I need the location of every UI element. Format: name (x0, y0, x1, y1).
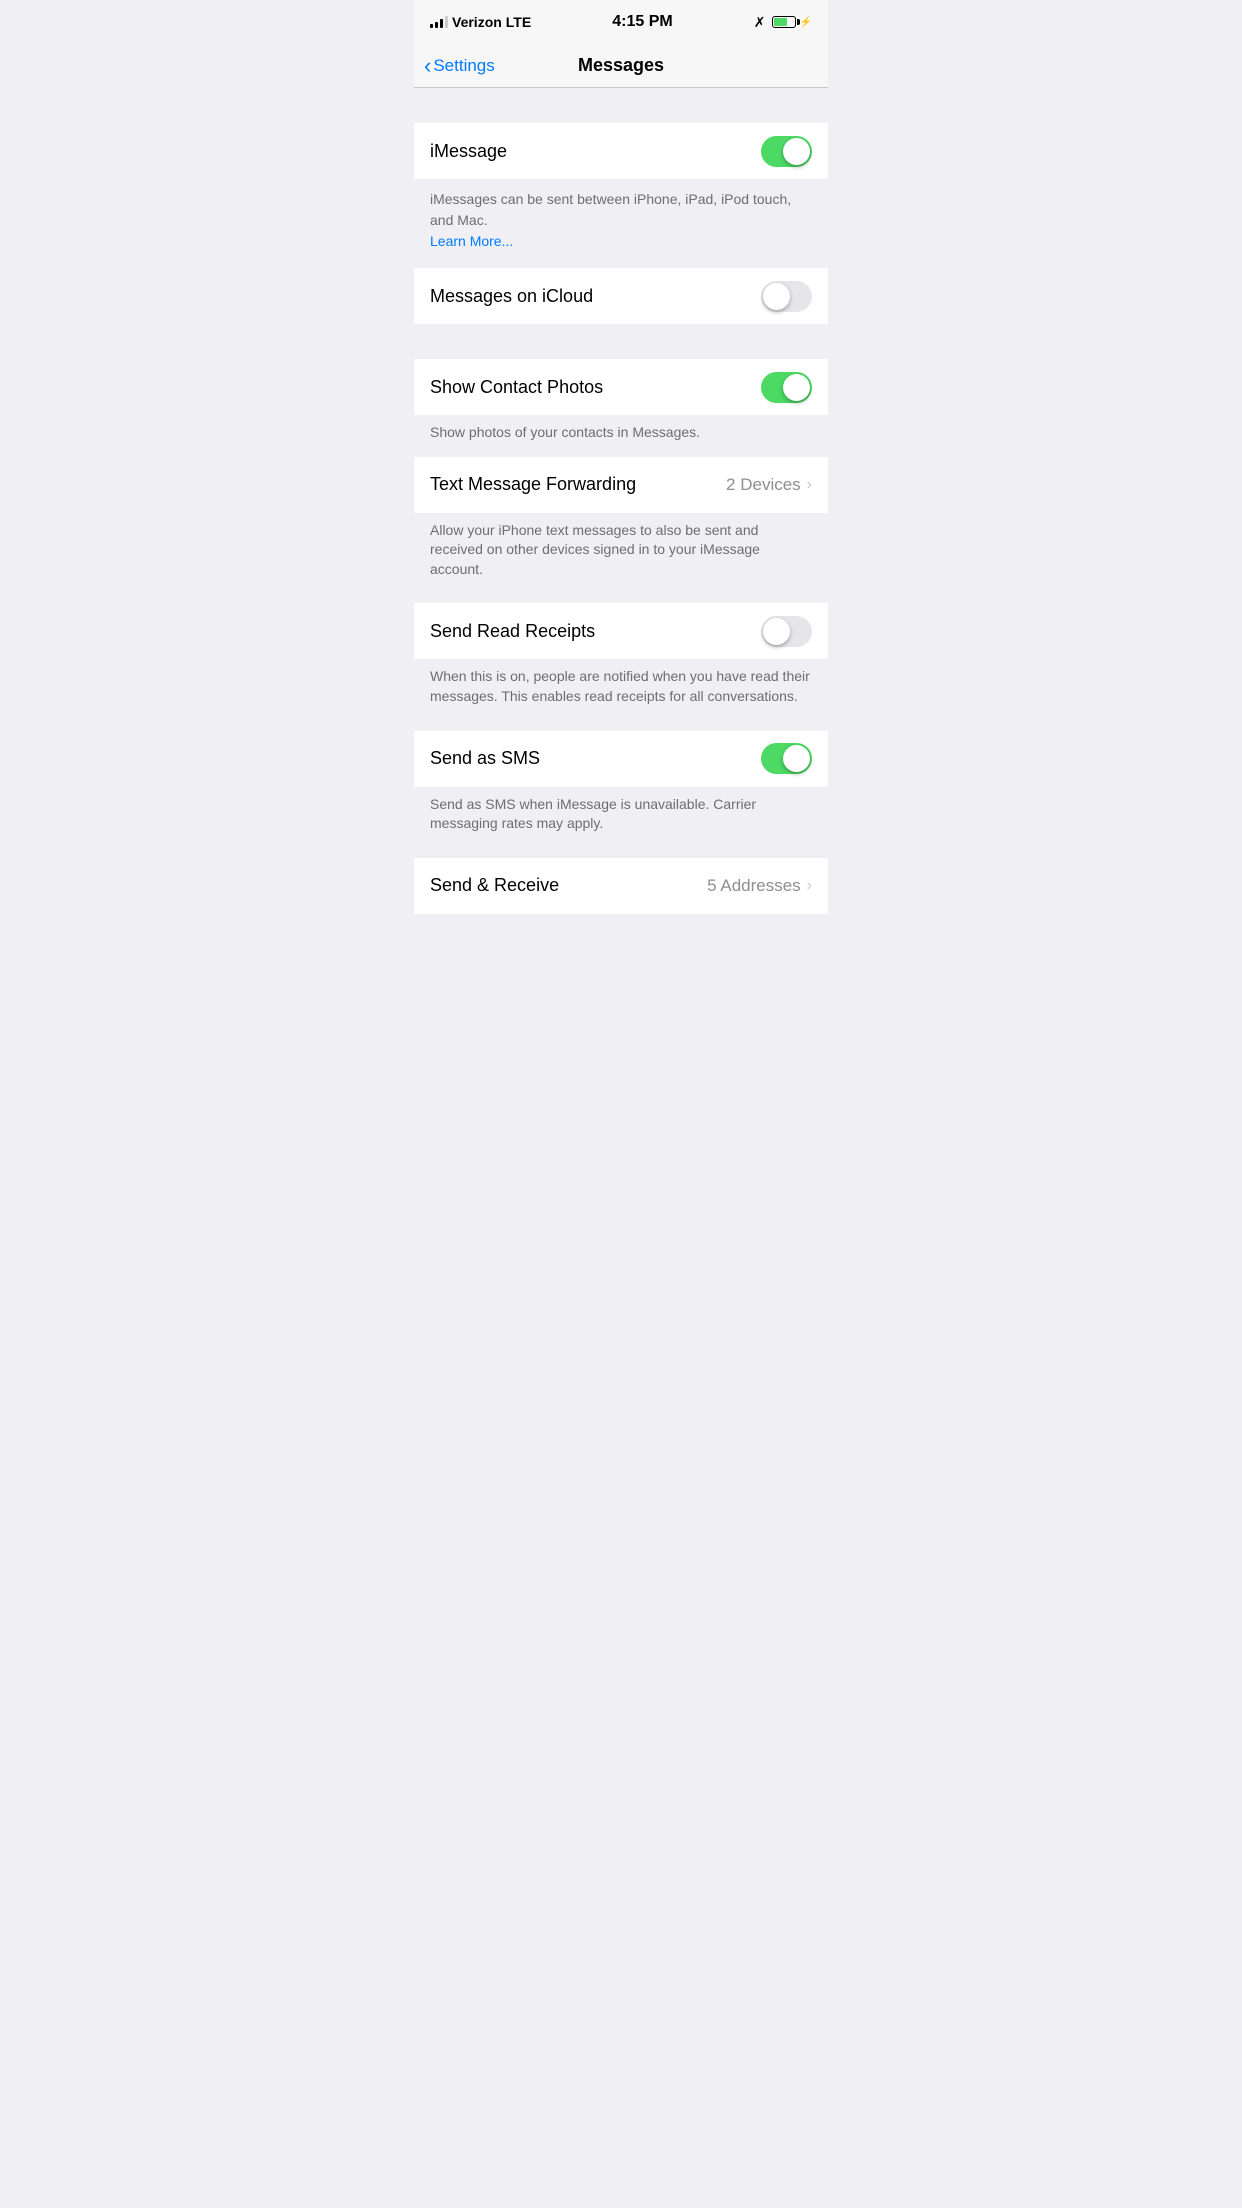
send-receive-row[interactable]: Send & Receive 5 Addresses › (414, 858, 828, 914)
text-forwarding-description-text: Allow your iPhone text messages to also … (430, 521, 812, 580)
text-forwarding-description: Allow your iPhone text messages to also … (414, 513, 828, 594)
imessage-row: iMessage (414, 123, 828, 179)
back-chevron-icon: ‹ (424, 55, 431, 77)
text-forwarding-row[interactable]: Text Message Forwarding 2 Devices › (414, 457, 828, 513)
send-receive-value: 5 Addresses › (707, 876, 812, 896)
send-sms-row: Send as SMS (414, 731, 828, 787)
section-gap-5 (414, 848, 828, 858)
battery-icon (772, 16, 796, 28)
learn-more-link[interactable]: Learn More... (430, 233, 513, 249)
contact-photos-toggle-knob (783, 374, 810, 401)
signal-bar-2 (435, 22, 438, 28)
battery-fill (774, 18, 787, 26)
signal-bar-1 (430, 24, 433, 28)
back-button[interactable]: ‹ Settings (424, 55, 495, 77)
messages-icloud-toggle[interactable] (761, 281, 812, 312)
text-forwarding-chevron-icon: › (807, 476, 812, 494)
status-right: ✗ ⚡ (754, 14, 812, 31)
back-label: Settings (433, 56, 494, 76)
status-time: 4:15 PM (612, 13, 672, 31)
status-bar: Verizon LTE 4:15 PM ✗ ⚡ (414, 0, 828, 44)
read-receipts-toggle-knob (763, 618, 790, 645)
imessage-description-text: iMessages can be sent between iPhone, iP… (430, 189, 812, 252)
contact-photos-group: Show Contact Photos (414, 359, 828, 415)
nav-bar: ‹ Settings Messages (414, 44, 828, 88)
imessage-label: iMessage (430, 141, 507, 162)
send-sms-toggle-knob (783, 745, 810, 772)
read-receipts-group: Send Read Receipts (414, 603, 828, 659)
page-title: Messages (578, 55, 664, 76)
section-gap-3 (414, 593, 828, 603)
send-receive-chevron-icon: › (807, 877, 812, 895)
text-forwarding-group: Text Message Forwarding 2 Devices › (414, 457, 828, 513)
contact-photos-description: Show photos of your contacts in Messages… (414, 415, 828, 457)
send-receive-group: Send & Receive 5 Addresses › (414, 858, 828, 914)
send-receive-count: 5 Addresses (707, 876, 801, 896)
contact-photos-toggle[interactable] (761, 372, 812, 403)
section-gap-top (414, 88, 828, 123)
contact-photos-row: Show Contact Photos (414, 359, 828, 415)
imessage-toggle[interactable] (761, 136, 812, 167)
read-receipts-description: When this is on, people are notified whe… (414, 659, 828, 720)
network-type: LTE (506, 14, 531, 30)
signal-bar-3 (440, 19, 443, 28)
read-receipts-label: Send Read Receipts (430, 621, 595, 642)
imessage-description: iMessages can be sent between iPhone, iP… (414, 179, 828, 268)
carrier-name: Verizon (452, 14, 502, 30)
text-forwarding-value: 2 Devices › (726, 475, 812, 495)
send-sms-description: Send as SMS when iMessage is unavailable… (414, 787, 828, 848)
contact-photos-label: Show Contact Photos (430, 377, 603, 398)
bluetooth-icon: ✗ (754, 14, 766, 31)
messages-icloud-toggle-knob (763, 283, 790, 310)
text-forwarding-label: Text Message Forwarding (430, 474, 636, 495)
charging-icon: ⚡ (800, 17, 812, 28)
imessage-group: iMessage (414, 123, 828, 179)
send-receive-label: Send & Receive (430, 875, 559, 896)
messages-icloud-group: Messages on iCloud (414, 268, 828, 324)
signal-bar-4 (445, 16, 448, 28)
send-sms-label: Send as SMS (430, 748, 540, 769)
send-sms-toggle[interactable] (761, 743, 812, 774)
messages-icloud-row: Messages on iCloud (414, 268, 828, 324)
send-sms-group: Send as SMS (414, 731, 828, 787)
section-gap-4 (414, 721, 828, 731)
read-receipts-toggle[interactable] (761, 616, 812, 647)
imessage-toggle-knob (783, 138, 810, 165)
battery-container: ⚡ (772, 16, 812, 28)
send-sms-description-text: Send as SMS when iMessage is unavailable… (430, 795, 812, 834)
read-receipts-row: Send Read Receipts (414, 603, 828, 659)
read-receipts-description-text: When this is on, people are notified whe… (430, 667, 812, 706)
status-left: Verizon LTE (430, 14, 531, 30)
contact-photos-description-text: Show photos of your contacts in Messages… (430, 423, 812, 443)
signal-bars (430, 16, 448, 28)
messages-icloud-label: Messages on iCloud (430, 286, 593, 307)
section-gap-2 (414, 324, 828, 359)
text-forwarding-count: 2 Devices (726, 475, 801, 495)
